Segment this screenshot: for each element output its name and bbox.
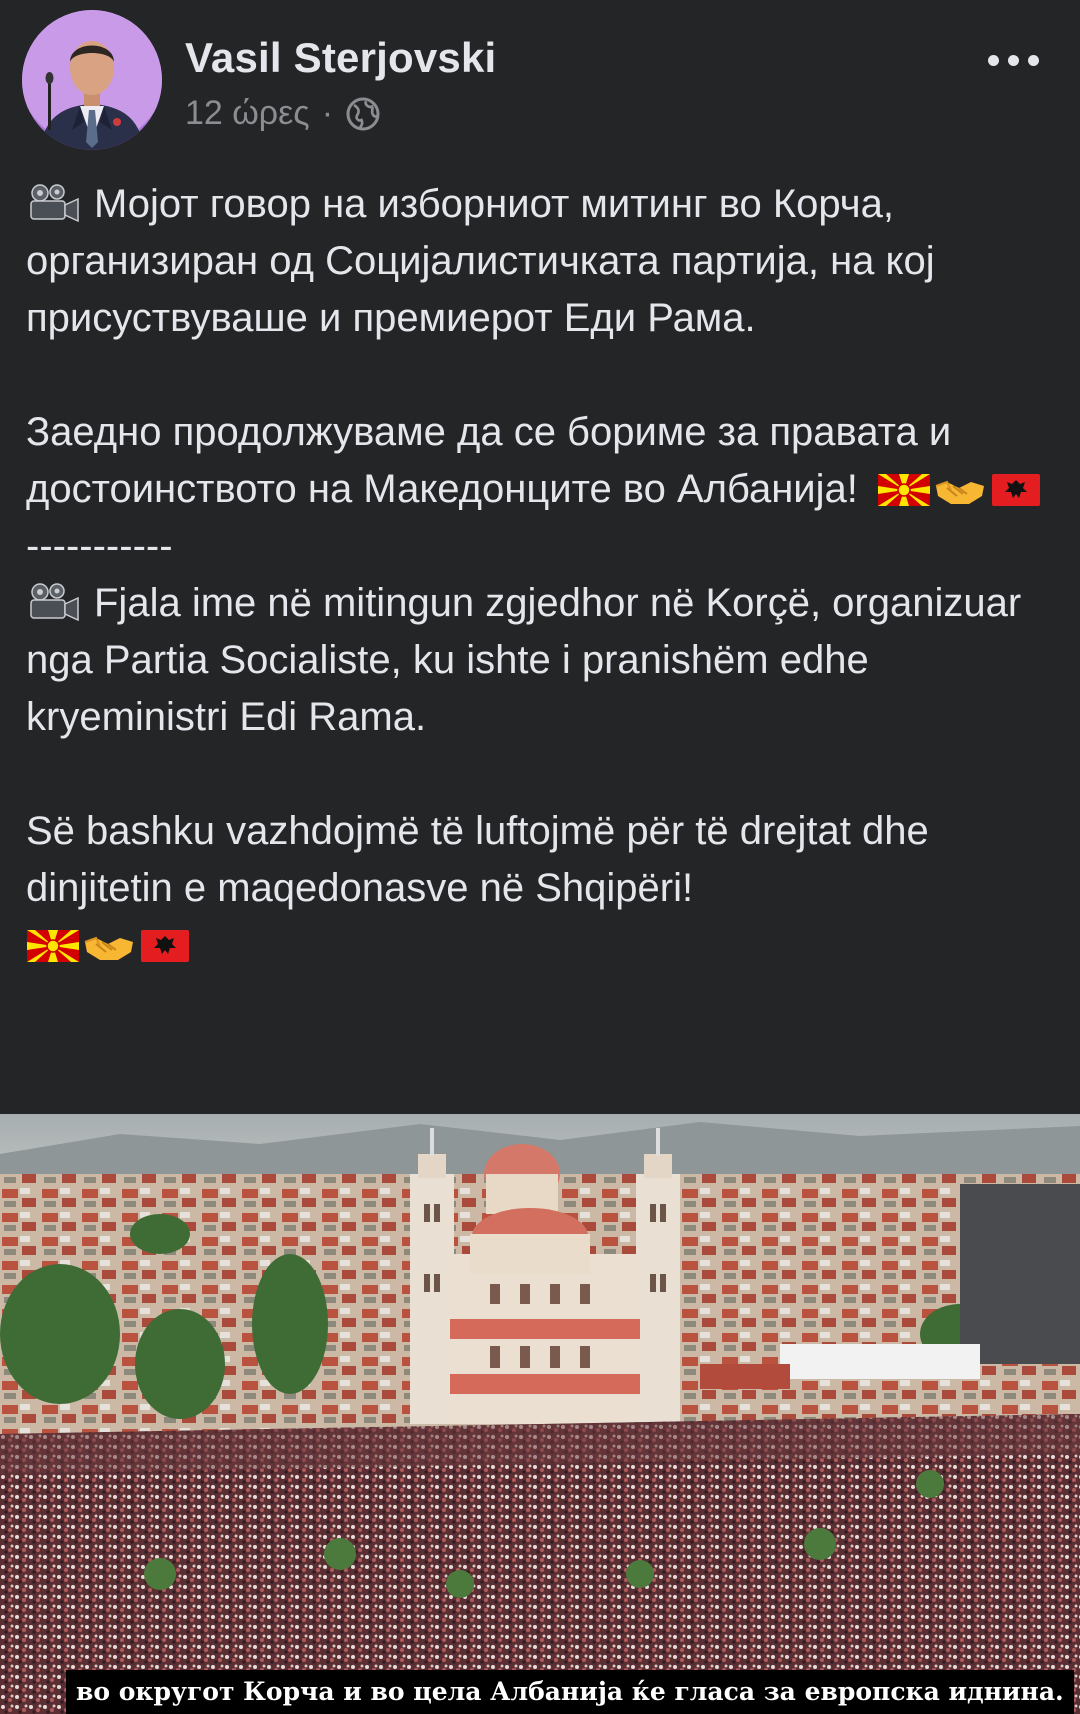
emoji-group — [26, 926, 192, 966]
flag-north-macedonia-icon — [26, 926, 80, 966]
video-thumbnail — [0, 1114, 1080, 1714]
globe-icon[interactable] — [345, 96, 381, 132]
more-options-button[interactable] — [978, 40, 1048, 80]
post-meta: 12 ώρες · — [185, 94, 381, 133]
sq-paragraph-2: Së bashku vazhdojmë të luftojmë për të d… — [26, 809, 929, 910]
sq-paragraph-1: Fjala ime në mitingun zgjedhor në Korçë,… — [26, 581, 1022, 739]
post-video[interactable]: во округот Корча и во цела Албанија ќе г… — [0, 1114, 1080, 1714]
movie-camera-icon — [26, 582, 82, 622]
flag-albania-icon — [989, 470, 1043, 510]
mk-paragraph-1-row: Мојот говор на изборниот митинг во Корча… — [26, 176, 1066, 347]
more-horizontal-icon — [1007, 54, 1019, 66]
emoji-group — [877, 470, 1043, 510]
flag-north-macedonia-icon — [877, 470, 931, 510]
author-avatar[interactable] — [22, 10, 162, 150]
post-header: Vasil Sterjovski 12 ώρες · — [22, 10, 1062, 155]
movie-camera-icon — [26, 183, 82, 223]
handshake-icon — [82, 926, 136, 966]
post-time[interactable]: 12 ώρες — [185, 94, 310, 133]
mk-paragraph-2-row: Заедно продолжуваме да се бориме за прав… — [26, 404, 1066, 518]
more-horizontal-icon — [987, 54, 999, 66]
sq-paragraph-1-row: Fjala ime në mitingun zgjedhor në Korçë,… — [26, 575, 1066, 746]
author-name[interactable]: Vasil Sterjovski — [185, 34, 496, 82]
sq-emoji-row — [26, 917, 1066, 974]
mk-paragraph-1: Мојот говор на изборниот митинг во Корча… — [26, 182, 935, 340]
handshake-icon — [933, 470, 987, 510]
more-horizontal-icon — [1027, 54, 1039, 66]
post-text: Мојот говор на изборниот митинг во Корча… — [26, 176, 1066, 974]
mk-paragraph-2: Заедно продолжуваме да се бориме за прав… — [26, 410, 952, 511]
divider: ----------- — [26, 524, 173, 568]
video-subtitle: во округот Корча и во цела Албанија ќе г… — [66, 1670, 1074, 1714]
meta-separator: · — [321, 94, 334, 132]
flag-albania-icon — [138, 926, 192, 966]
